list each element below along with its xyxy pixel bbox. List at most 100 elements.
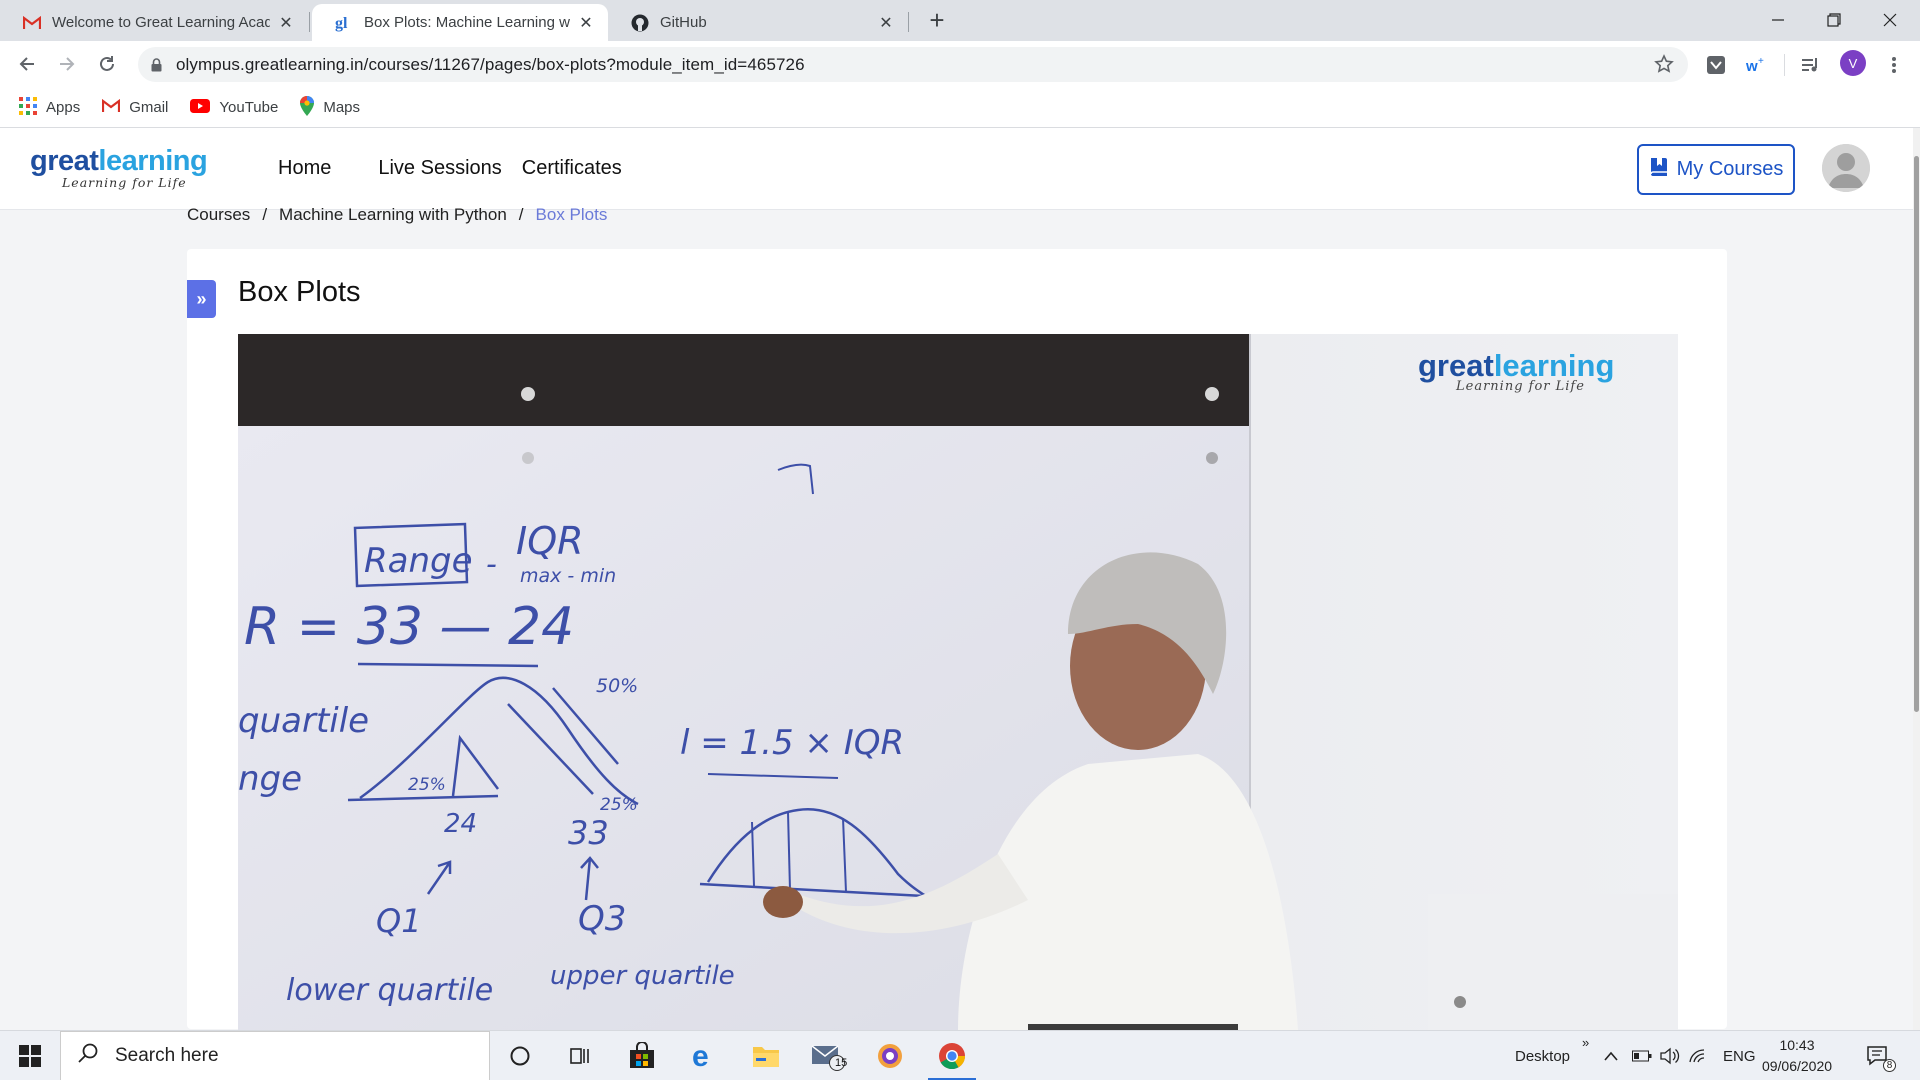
breadcrumb: Courses / Machine Learning with Python /… (187, 205, 607, 225)
bookmark-label: Maps (323, 99, 361, 116)
my-courses-button[interactable]: My Courses (1637, 144, 1795, 195)
page-scrollbar-thumb[interactable] (1914, 156, 1919, 712)
logo-part-great: great (30, 145, 99, 177)
my-courses-label: My Courses (1676, 158, 1784, 180)
battery-indicator[interactable] (1632, 1031, 1652, 1080)
tab-divider (908, 12, 909, 32)
bookmark-label: YouTube (219, 99, 279, 116)
profile-avatar[interactable]: V (1840, 50, 1866, 76)
logo-part-learning: learning (98, 145, 208, 177)
store-app[interactable] (612, 1031, 672, 1080)
action-center-button[interactable]: 8 (1866, 1031, 1896, 1080)
tab-github[interactable]: GitHub ✕ (608, 4, 908, 41)
volume-indicator[interactable] (1660, 1031, 1680, 1080)
forward-arrow-icon (60, 57, 75, 71)
video-watermark: greatlearning (1418, 348, 1614, 383)
youtube-icon (190, 98, 211, 117)
media-control-icon[interactable] (1796, 51, 1824, 79)
battery-icon (1632, 1050, 1652, 1062)
board-screw (521, 387, 535, 401)
greatlearning-logo[interactable]: greatlearning Learning for Life (30, 145, 208, 190)
svg-text:gl: gl (335, 15, 348, 32)
wall-knob (1454, 996, 1466, 1008)
close-tab-icon[interactable]: ✕ (876, 13, 896, 33)
notification-badge: 8 (1883, 1059, 1896, 1072)
breadcrumb-courses[interactable]: Courses (187, 205, 250, 225)
close-window-button[interactable] (1862, 0, 1918, 40)
board-screw (522, 452, 534, 464)
browser-toolbar: olympus.greatlearning.in/courses/11267/p… (0, 41, 1920, 88)
bookmark-maps[interactable]: Maps (300, 95, 361, 120)
wb-whisker: l = 1.5 × IQR (680, 723, 904, 763)
extension-pocket-icon[interactable] (1702, 51, 1730, 79)
tab-title: Box Plots: Machine Learning with (364, 14, 570, 31)
wb-upper-quartile: upper quartile (550, 961, 735, 991)
url-text[interactable]: olympus.greatlearning.in/courses/11267/p… (176, 55, 805, 75)
mail-app[interactable]: 15 (798, 1031, 858, 1080)
board-screw (1205, 387, 1219, 401)
nav-live-sessions[interactable]: Live Sessions (378, 157, 501, 180)
logo-tagline: Learning for Life (62, 175, 187, 190)
brave-app[interactable] (860, 1031, 920, 1080)
edge-app[interactable]: e (674, 1031, 734, 1080)
language-indicator[interactable]: ENG (1723, 1031, 1756, 1080)
bookmark-apps[interactable]: Apps (19, 96, 80, 119)
folder-icon (753, 1047, 779, 1067)
start-button[interactable] (0, 1031, 60, 1080)
sidebar-toggle-button[interactable]: » (187, 280, 216, 318)
nav-certificates[interactable]: Certificates (522, 157, 622, 180)
bookmark-gmail[interactable]: Gmail (102, 98, 169, 117)
bookmark-label: Gmail (129, 99, 169, 116)
wb-50pct: 50% (596, 675, 638, 697)
chevrons-icon[interactable]: » (1582, 1017, 1589, 1067)
cortana-button[interactable] (490, 1031, 550, 1080)
close-tab-icon[interactable]: ✕ (576, 13, 596, 33)
reload-icon (100, 56, 114, 71)
close-tab-icon[interactable]: ✕ (276, 13, 296, 33)
breadcrumb-separator: / (262, 205, 268, 224)
task-view-icon (570, 1048, 589, 1064)
new-tab-button[interactable]: + (922, 6, 952, 36)
chrome-menu-icon[interactable] (1880, 51, 1908, 79)
nav-home[interactable]: Home (278, 157, 331, 180)
bookmark-star-icon[interactable] (1654, 54, 1674, 79)
user-avatar[interactable] (1822, 144, 1870, 192)
gmail-icon (22, 13, 42, 33)
svg-text:+: + (1758, 56, 1764, 67)
desktop-toolbar-label[interactable]: Desktop (1515, 1031, 1570, 1080)
restore-window-button[interactable] (1806, 0, 1862, 40)
bookmark-youtube[interactable]: YouTube (190, 98, 279, 117)
file-explorer-app[interactable] (736, 1031, 796, 1080)
show-hidden-icons[interactable] (1603, 1031, 1619, 1080)
forward-button[interactable] (52, 49, 82, 79)
site-header: greatlearning Learning for Life Home Liv… (0, 128, 1920, 210)
maps-icon (300, 95, 315, 120)
breadcrumb-separator: / (518, 205, 524, 224)
tab-divider (309, 12, 310, 32)
reload-button[interactable] (92, 49, 122, 79)
tab-gmail[interactable]: Welcome to Great Learning Acad ✕ (0, 4, 308, 41)
extension-wplus-icon[interactable]: w + (1742, 51, 1770, 79)
task-view-button[interactable] (550, 1031, 610, 1080)
breadcrumb-course[interactable]: Machine Learning with Python (279, 205, 507, 225)
chrome-app[interactable] (922, 1031, 982, 1080)
user-icon (1822, 144, 1870, 192)
taskbar-clock[interactable]: 10:43 09/06/2020 (1757, 1035, 1837, 1077)
bookmarks-bar: Apps Gmail YouTube Maps (0, 88, 1920, 128)
book-icon (1649, 156, 1669, 184)
chrome-icon (939, 1043, 966, 1070)
address-bar[interactable]: olympus.greatlearning.in/courses/11267/p… (138, 47, 1688, 82)
restore-icon (1827, 13, 1841, 27)
taskbar-search[interactable]: Search here (60, 1031, 490, 1080)
back-button[interactable] (12, 49, 42, 79)
wb-q3: Q3 (578, 899, 626, 939)
store-icon (630, 1042, 654, 1068)
wifi-indicator[interactable] (1688, 1031, 1708, 1080)
minimize-window-button[interactable] (1750, 0, 1806, 40)
lecture-video[interactable]: greatlearning Learning for Life Range - … (238, 334, 1678, 1030)
video-watermark-tagline: Learning for Life (1455, 379, 1585, 394)
github-icon (630, 13, 650, 33)
tab-box-plots[interactable]: gl Box Plots: Machine Learning with ✕ (312, 4, 608, 41)
speaker-icon (1660, 1047, 1680, 1065)
wb-range-left: nge (238, 759, 302, 799)
